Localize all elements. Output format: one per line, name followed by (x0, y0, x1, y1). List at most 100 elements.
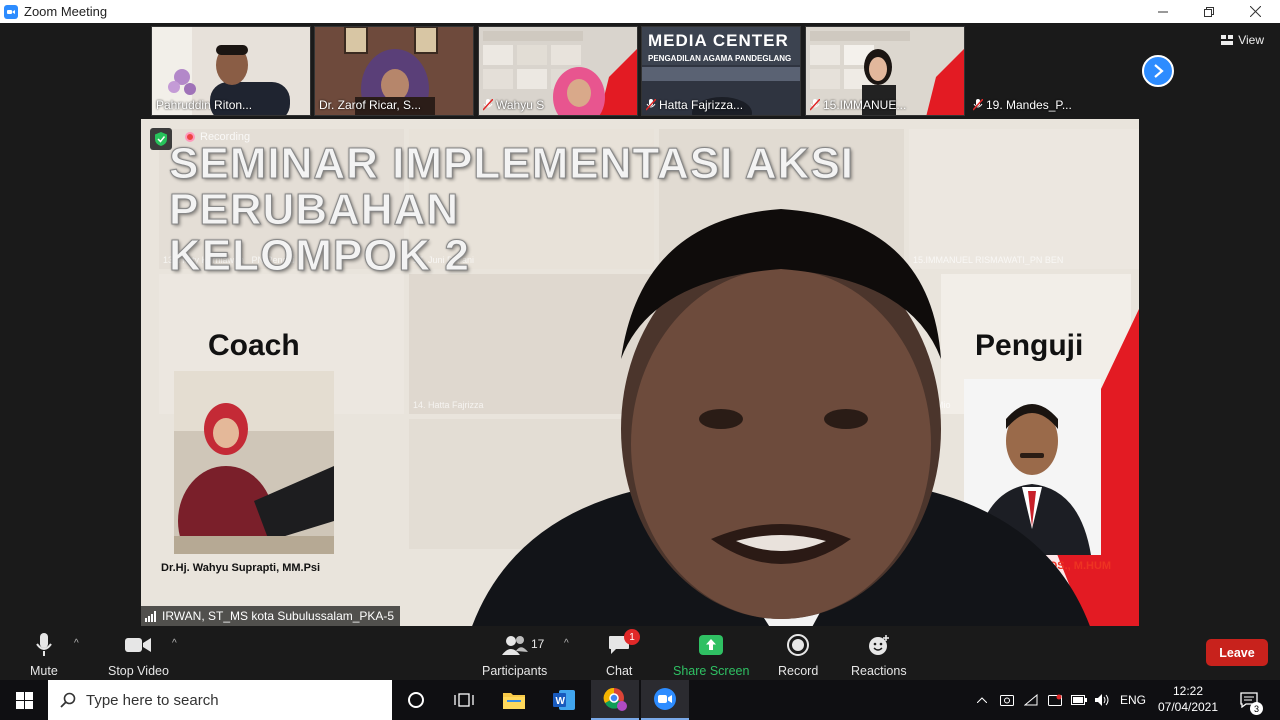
search-placeholder: Type here to search (86, 691, 219, 709)
meeting-area: Pahruddin Riton... Dr. Zarof Ricar, S...… (0, 23, 1280, 628)
stop-video-button[interactable]: Stop Video (108, 632, 169, 678)
word-icon: W (553, 690, 575, 710)
participant-name: Pahruddin Riton... (156, 98, 253, 112)
zoom-taskbar-icon[interactable] (641, 680, 689, 720)
coach-photo (174, 371, 334, 554)
search-icon (60, 692, 76, 708)
next-page-button[interactable] (1142, 55, 1174, 87)
audio-options-caret[interactable]: ^ (74, 638, 79, 649)
maximize-button[interactable] (1186, 0, 1232, 23)
muted-mic-icon (810, 99, 820, 111)
clock-date: 07/04/2021 (1157, 700, 1219, 714)
chat-unread-badge: 1 (624, 629, 640, 645)
coach-image (174, 371, 334, 554)
taskbar-clock[interactable]: 12:22 07/04/2021 (1150, 683, 1226, 715)
start-button[interactable] (0, 680, 48, 720)
reactions-button[interactable]: Reactions (851, 632, 907, 678)
coach-name: Dr.Hj. Wahyu Suprapti, MM.Psi (161, 562, 321, 574)
minimize-button[interactable] (1140, 0, 1186, 23)
participant-thumbnail[interactable]: MEDIA CENTER PENGADILAN AGAMA PANDEGLANG… (641, 26, 801, 116)
participants-icon (501, 636, 528, 655)
taskbar-search-box[interactable]: Type here to search (48, 680, 392, 720)
leave-meeting-button[interactable]: Leave (1206, 639, 1268, 666)
shield-icon (155, 132, 167, 146)
action-center-button[interactable] (1232, 680, 1266, 720)
participant-count: 17 (531, 637, 545, 651)
battery-icon (1071, 695, 1087, 705)
window-title: Zoom Meeting (24, 4, 108, 19)
view-label: View (1238, 33, 1264, 47)
chevron-up-icon (977, 697, 987, 703)
media-center-text: MEDIA CENTER (648, 31, 789, 50)
participant-thumbnail[interactable]: 15.IMMANUE... (805, 26, 965, 116)
word-taskbar-icon[interactable]: W (540, 680, 588, 720)
show-hidden-icons-button[interactable] (972, 680, 992, 720)
windows-logo-icon (15, 691, 33, 709)
record-icon (787, 634, 810, 656)
mute-button[interactable]: Mute (30, 632, 58, 678)
participant-name: 15.IMMANUE... (810, 98, 906, 112)
windows-taskbar: Type here to search W ENG 12:22 07/04/20… (0, 680, 1280, 720)
folder-icon (503, 693, 525, 709)
zoom-icon (654, 688, 676, 710)
file-explorer-taskbar-icon[interactable] (490, 680, 538, 720)
participant-name: Hatta Fajrizza... (646, 98, 743, 112)
microphone-icon (36, 633, 52, 656)
participant-name: 19. Mandes_P... (973, 98, 1072, 112)
participant-name: Dr. Zarof Ricar, S... (319, 98, 422, 112)
video-options-caret[interactable]: ^ (172, 638, 177, 649)
muted-mic-icon (973, 99, 983, 111)
camera-tray-icon (1000, 695, 1014, 706)
coach-label: Coach (208, 329, 300, 362)
chrome-taskbar-icon[interactable] (591, 680, 639, 720)
clock-time: 12:22 (1172, 684, 1204, 698)
participant-thumbnail[interactable]: Wahyu S (478, 26, 638, 116)
volume-tray-icon[interactable] (1092, 680, 1114, 720)
network-tray-icon[interactable] (1020, 680, 1042, 720)
cortana-button[interactable] (392, 680, 440, 720)
restore-icon (1204, 6, 1214, 17)
muted-mic-icon (646, 99, 656, 111)
security-tray-icon[interactable] (1044, 680, 1066, 720)
share-screen-button[interactable]: Share Screen (673, 632, 749, 678)
encryption-badge[interactable] (150, 128, 172, 150)
muted-mic-icon (483, 99, 493, 111)
active-speaker-video[interactable]: 13. Hotty Kurniawan _PN Pengai 17. Juni … (141, 119, 1139, 626)
svg-text:W: W (556, 696, 566, 707)
participant-name: Wahyu S (483, 98, 544, 112)
share-screen-icon (699, 635, 724, 655)
close-button[interactable] (1232, 0, 1278, 23)
recording-indicator: Recording (185, 131, 250, 143)
media-center-subtext: PENGADILAN AGAMA PANDEGLANG (648, 54, 792, 63)
task-view-button[interactable] (440, 680, 488, 720)
antivirus-icon (1048, 694, 1062, 706)
wifi-icon (1024, 694, 1038, 706)
notification-count-badge: 3 (1250, 702, 1263, 715)
chrome-icon (603, 687, 627, 711)
title-bar: Zoom Meeting (0, 0, 1280, 23)
task-view-icon (454, 693, 474, 707)
language-indicator[interactable]: ENG (1116, 680, 1150, 720)
participant-thumbnail[interactable]: Pahruddin Riton... (151, 26, 311, 116)
speaker-name: IRWAN, ST_MS kota Subulussalam_PKA-5 (162, 609, 395, 623)
signal-strength-icon (145, 610, 156, 622)
meeting-controls: Mute ^ Stop Video ^ Participants 17 ^ Ch… (0, 628, 1280, 680)
minimize-icon (1158, 11, 1168, 12)
meet-now-tray-icon[interactable] (996, 680, 1018, 720)
grid-view-icon (1221, 35, 1234, 45)
participant-thumbnail[interactable]: 19. Mandes_P... (968, 26, 1128, 116)
chevron-right-icon (1154, 64, 1164, 78)
active-speaker (472, 209, 1090, 626)
cortana-icon (408, 692, 424, 708)
zoom-app-icon (4, 4, 18, 19)
participant-thumbnail[interactable]: Dr. Zarof Ricar, S... (314, 26, 474, 116)
smiley-icon (868, 635, 889, 655)
view-button[interactable]: View (1221, 33, 1264, 47)
speaker-icon (1095, 694, 1109, 706)
battery-tray-icon[interactable] (1068, 680, 1090, 720)
video-camera-icon (125, 638, 152, 652)
record-button[interactable]: Record (778, 632, 818, 678)
participants-options-caret[interactable]: ^ (564, 638, 569, 649)
close-icon (1249, 6, 1261, 17)
recording-dot-icon (185, 132, 195, 142)
